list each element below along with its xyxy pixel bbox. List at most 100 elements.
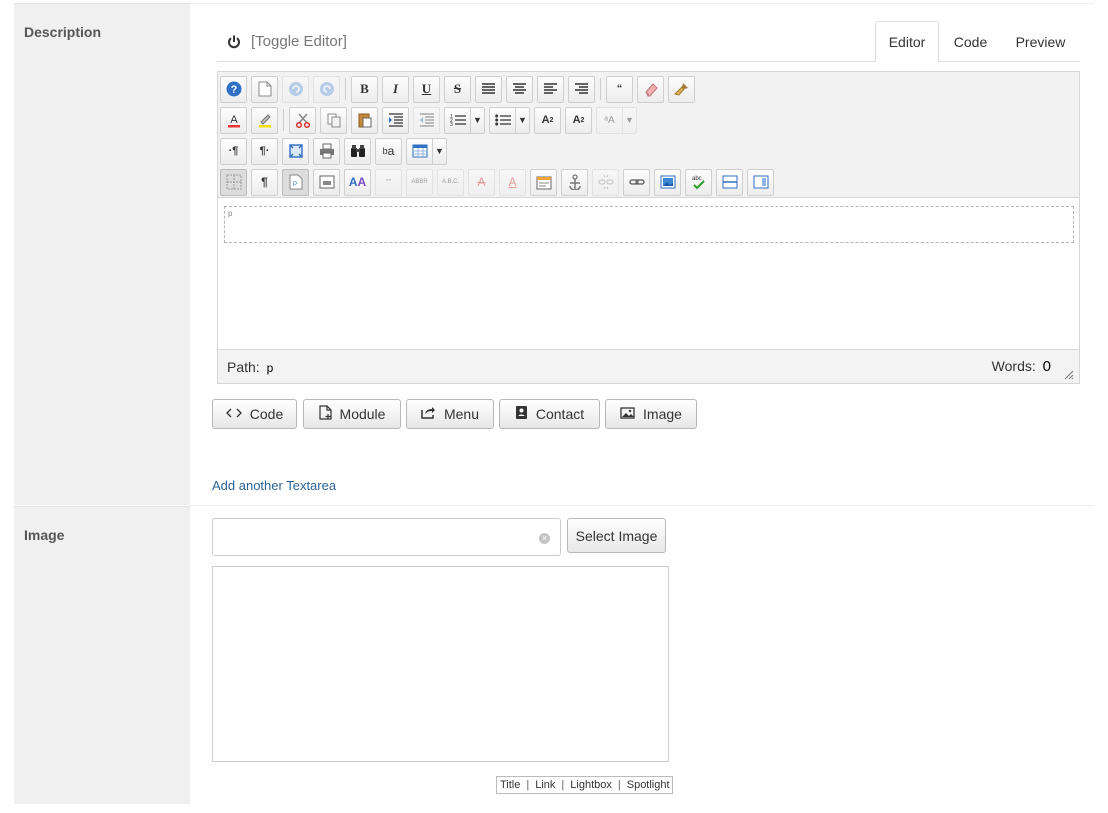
table-icon[interactable]: [406, 137, 433, 165]
editor-toolbar: ? B I U S “ A 1 2 3 ▼ ▼ A 2 A 2 ᵃA ▼ ·¶ …: [218, 72, 1079, 198]
template-icon[interactable]: [530, 168, 557, 196]
module-button[interactable]: Module: [303, 399, 401, 429]
toolbar-separator: [283, 109, 284, 131]
visual-aid-icon[interactable]: [220, 168, 247, 196]
text-color-icon[interactable]: A: [220, 106, 247, 134]
styles-icon[interactable]: AA: [344, 168, 371, 196]
help-icon[interactable]: ?: [220, 75, 247, 103]
highlight-color-icon[interactable]: [251, 106, 278, 134]
code-icon: [225, 406, 242, 422]
image-title-link[interactable]: Title: [500, 779, 520, 791]
editor-content-area[interactable]: p: [218, 198, 1079, 349]
abbreviation-icon[interactable]: ABBR: [406, 168, 433, 196]
show-blocks-icon[interactable]: ¶: [251, 168, 278, 196]
indent-icon[interactable]: [382, 106, 409, 134]
numbered-list-dropdown[interactable]: ▼: [471, 106, 485, 134]
add-textarea-link[interactable]: Add another Textarea: [212, 478, 336, 493]
image-link-link[interactable]: Link: [535, 779, 555, 791]
article-break-icon[interactable]: [747, 168, 774, 196]
spellcheck-icon[interactable]: abc: [685, 168, 712, 196]
search-replace-icon[interactable]: [344, 137, 371, 165]
character-map-icon[interactable]: ba: [375, 137, 402, 165]
element-path: Path: p: [227, 359, 273, 375]
bullet-list-icon[interactable]: [489, 106, 516, 134]
description-label-cell: Description: [14, 3, 190, 505]
link-icon[interactable]: [623, 168, 650, 196]
undo-icon[interactable]: [282, 75, 309, 103]
strikethrough-icon[interactable]: S: [444, 75, 471, 103]
justify-right-icon[interactable]: [568, 75, 595, 103]
module-button-label: Module: [339, 406, 386, 422]
quote-citation-icon[interactable]: “”: [375, 168, 402, 196]
fullscreen-icon[interactable]: [282, 137, 309, 165]
toggle-editor-link[interactable]: [Toggle Editor]: [226, 33, 347, 50]
blockquote-icon[interactable]: “: [606, 75, 633, 103]
image-label: Image: [24, 527, 65, 543]
form-page: Description Image [Toggle Editor] Editor…: [0, 0, 1108, 813]
image-button[interactable]: Image: [605, 399, 697, 429]
underline-icon[interactable]: U: [413, 75, 440, 103]
image-label-cell: Image: [14, 506, 190, 804]
svg-text:3: 3: [450, 122, 453, 127]
table-dropdown[interactable]: ▼: [433, 137, 447, 165]
subscript-icon[interactable]: A2: [534, 106, 561, 134]
code-button-label: Code: [249, 406, 284, 422]
anchor-icon[interactable]: [561, 168, 588, 196]
select-image-button[interactable]: Select Image: [567, 518, 666, 553]
share-icon: [421, 406, 436, 422]
toolbar-separator: [600, 78, 601, 100]
new-document-icon[interactable]: [251, 75, 278, 103]
font-size-icon[interactable]: ᵃA: [596, 106, 623, 134]
paragraph-block[interactable]: p: [224, 206, 1074, 243]
outdent-icon[interactable]: [413, 106, 440, 134]
unlink-icon[interactable]: [592, 168, 619, 196]
cleanup-brush-icon[interactable]: [668, 75, 695, 103]
tab-preview[interactable]: Preview: [1002, 21, 1079, 62]
image-button-label: Image: [643, 406, 682, 422]
copy-icon[interactable]: [320, 106, 347, 134]
bullet-list-dropdown[interactable]: ▼: [516, 106, 530, 134]
bold-icon[interactable]: B: [351, 75, 378, 103]
font-size-split: ᵃA ▼: [596, 106, 637, 134]
resize-handle-icon[interactable]: [1063, 367, 1074, 380]
paste-icon[interactable]: [351, 106, 378, 134]
page-break-icon[interactable]: P: [282, 168, 309, 196]
image-manager-icon[interactable]: [654, 168, 681, 196]
ltr-direction-icon[interactable]: ·¶: [220, 137, 247, 165]
justify-center-icon[interactable]: [506, 75, 533, 103]
contact-button[interactable]: Contact: [499, 399, 600, 429]
svg-text:abc: abc: [692, 176, 702, 182]
image-spotlight-link[interactable]: Spotlight: [627, 779, 670, 791]
justify-left-icon[interactable]: [537, 75, 564, 103]
justify-full-icon[interactable]: [475, 75, 502, 103]
tab-code[interactable]: Code: [943, 21, 998, 62]
print-icon[interactable]: [313, 137, 340, 165]
superscript-icon[interactable]: A2: [565, 106, 592, 134]
italic-icon[interactable]: I: [382, 75, 409, 103]
link-separator: |: [526, 779, 530, 791]
iframe-icon[interactable]: [313, 168, 340, 196]
acronym-icon[interactable]: A.B.C.: [437, 168, 464, 196]
numbered-list-split: 123 ▼: [444, 106, 485, 134]
redo-icon[interactable]: [313, 75, 340, 103]
deleted-text-icon[interactable]: A: [468, 168, 495, 196]
contact-button-label: Contact: [535, 406, 585, 422]
menu-button[interactable]: Menu: [406, 399, 494, 429]
rtl-direction-icon[interactable]: ¶·: [251, 137, 278, 165]
horizontal-rule-icon[interactable]: [716, 168, 743, 196]
power-icon: [226, 34, 242, 50]
file-plus-icon: [318, 405, 332, 423]
toggle-editor-label: [Toggle Editor]: [251, 33, 347, 50]
numbered-list-icon[interactable]: 123: [444, 106, 471, 134]
code-button[interactable]: Code: [212, 399, 297, 429]
clear-icon[interactable]: ×: [539, 533, 550, 544]
image-lightbox-link[interactable]: Lightbox: [570, 779, 612, 791]
cut-icon[interactable]: [289, 106, 316, 134]
image-path-input[interactable]: ×: [212, 518, 561, 556]
path-value[interactable]: p: [267, 361, 274, 375]
bullet-list-split: ▼: [489, 106, 530, 134]
inserted-text-icon[interactable]: A: [499, 168, 526, 196]
eraser-icon[interactable]: [637, 75, 664, 103]
tab-editor[interactable]: Editor: [875, 21, 939, 62]
font-size-dropdown[interactable]: ▼: [623, 106, 637, 134]
